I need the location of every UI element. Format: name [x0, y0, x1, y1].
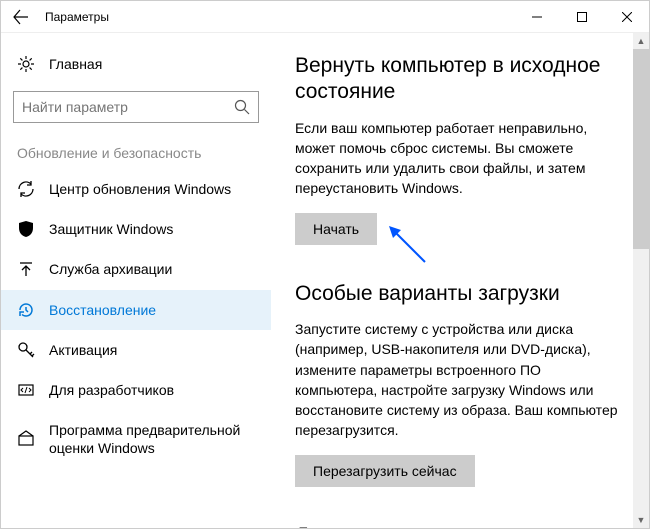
close-icon: [622, 12, 632, 22]
sidebar: Главная Обновление и безопасность Центр …: [1, 33, 271, 528]
developer-icon: [17, 381, 35, 399]
minimize-button[interactable]: [514, 1, 559, 33]
maximize-button[interactable]: [559, 1, 604, 33]
nav-label: Активация: [49, 341, 117, 359]
reset-text: Если ваш компьютер работает неправильно,…: [295, 118, 625, 199]
sidebar-item-insider[interactable]: Программа предварительной оценки Windows: [1, 410, 271, 468]
shield-icon: [17, 220, 35, 238]
search-icon: [234, 99, 250, 115]
scroll-thumb[interactable]: [633, 49, 649, 249]
category-header: Обновление и безопасность: [1, 129, 271, 169]
advanced-startup-text: Запустите систему с устройства или диска…: [295, 319, 625, 441]
main-content: Вернуть компьютер в исходное состояние Е…: [271, 33, 649, 528]
sidebar-item-backup[interactable]: Служба архивации: [1, 249, 271, 289]
scrollbar[interactable]: ▲ ▼: [633, 33, 649, 528]
scroll-up-icon[interactable]: ▲: [633, 33, 649, 49]
nav-label: Программа предварительной оценки Windows: [49, 421, 255, 457]
sidebar-item-recovery[interactable]: Восстановление: [1, 290, 271, 330]
nav-label: Восстановление: [49, 301, 156, 319]
home-nav[interactable]: Главная: [1, 47, 271, 81]
back-button[interactable]: [1, 1, 41, 33]
sidebar-item-activation[interactable]: Активация: [1, 330, 271, 370]
search-input[interactable]: [22, 99, 234, 115]
scroll-down-icon[interactable]: ▼: [633, 512, 649, 528]
restart-now-button[interactable]: Перезагрузить сейчас: [295, 455, 475, 487]
titlebar: Параметры: [1, 1, 649, 33]
sidebar-item-windows-update[interactable]: Центр обновления Windows: [1, 169, 271, 209]
gear-icon: [17, 55, 35, 73]
nav-label: Для разработчиков: [49, 381, 174, 399]
close-button[interactable]: [604, 1, 649, 33]
maximize-icon: [577, 12, 587, 22]
reset-start-button[interactable]: Начать: [295, 213, 377, 245]
advanced-startup-heading: Особые варианты загрузки: [295, 281, 625, 307]
nav-label: Служба архивации: [49, 260, 172, 278]
nav-label: Центр обновления Windows: [49, 180, 231, 198]
insider-icon: [17, 430, 35, 448]
key-icon: [17, 341, 35, 359]
window-controls: [514, 1, 649, 33]
recovery-icon: [17, 301, 35, 319]
minimize-icon: [532, 12, 542, 22]
arrow-left-icon: [13, 9, 29, 25]
more-recovery-heading: Дополнительные параметры восстановления: [295, 523, 625, 528]
backup-icon: [17, 260, 35, 278]
sidebar-item-defender[interactable]: Защитник Windows: [1, 209, 271, 249]
search-box[interactable]: [13, 91, 259, 123]
reset-heading: Вернуть компьютер в исходное состояние: [295, 53, 625, 106]
nav-label: Защитник Windows: [49, 220, 173, 238]
sidebar-item-developers[interactable]: Для разработчиков: [1, 370, 271, 410]
home-label: Главная: [49, 56, 102, 72]
window-title: Параметры: [45, 10, 109, 24]
sync-icon: [17, 180, 35, 198]
